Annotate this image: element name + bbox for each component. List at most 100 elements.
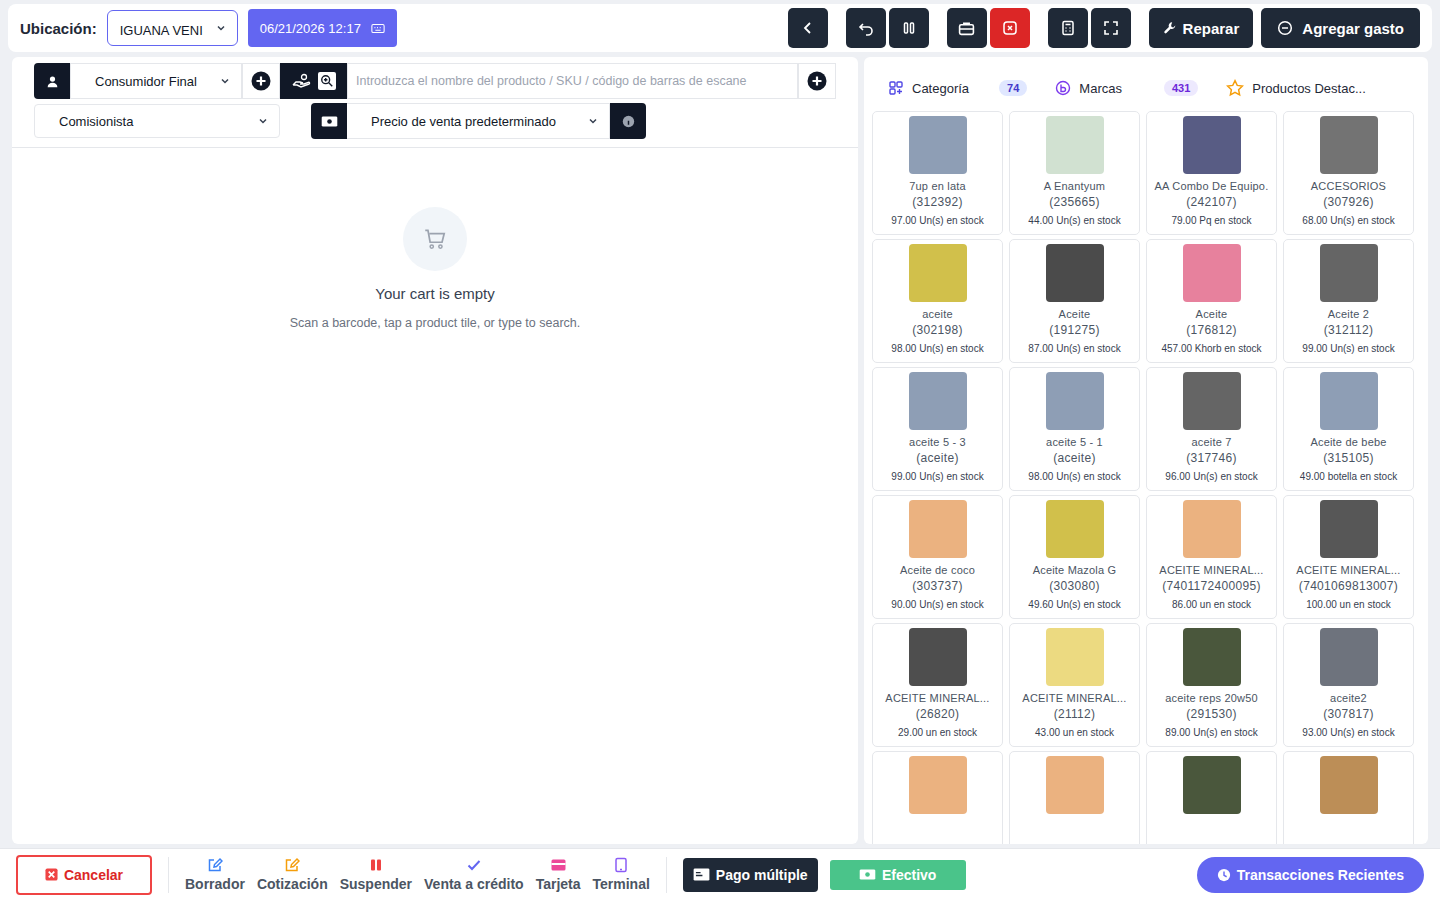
product-stock: 87.00 Un(s) en stock xyxy=(1028,343,1120,354)
product-card[interactable] xyxy=(1146,751,1277,844)
footer-action[interactable]: Suspender xyxy=(340,857,412,892)
product-card[interactable]: aceite 7(317746)96.00 Un(s) en stock xyxy=(1146,367,1277,491)
product-panel: Categoría74 Marcas431 Productos Destac... 7… xyxy=(864,57,1428,844)
zoom-icon xyxy=(318,72,336,90)
keyboard-icon xyxy=(371,23,385,34)
pause-button[interactable] xyxy=(889,8,929,48)
product-card[interactable]: AA Combo De Equipo.(242107)79.00 Pq en s… xyxy=(1146,111,1277,235)
product-card[interactable]: aceite(302198)98.00 Un(s) en stock xyxy=(872,239,1003,363)
product-card[interactable]: A Enantyum(235665)44.00 Un(s) en stock xyxy=(1009,111,1140,235)
product-card[interactable]: aceite reps 20w50(291530)89.00 Un(s) en … xyxy=(1146,623,1277,747)
chevron-down-icon xyxy=(257,115,269,127)
undo-button[interactable] xyxy=(846,8,886,48)
product-code: (307926) xyxy=(1323,195,1373,209)
product-card[interactable]: Aceite 2(312112)99.00 Un(s) en stock xyxy=(1283,239,1414,363)
product-stock: 457.00 Khorb en stock xyxy=(1161,343,1261,354)
product-image xyxy=(909,500,967,558)
pos-screen: Ubicación:IGUANA VENI06/21/2026 12:17Rep… xyxy=(0,0,1440,900)
action-bar: Cancelar Borrador Cotización Suspender Venta… xyxy=(0,848,1440,900)
customer-select[interactable]: Consumidor Final xyxy=(70,63,242,99)
product-code: (303737) xyxy=(912,579,962,593)
hand-money-icon xyxy=(292,73,312,89)
cancel-button[interactable]: Cancelar xyxy=(16,855,152,895)
product-card[interactable]: aceite2(307817)93.00 Un(s) en stock xyxy=(1283,623,1414,747)
product-stock: 99.00 Un(s) en stock xyxy=(1302,343,1394,354)
product-card[interactable]: ACEITE MINERAL...(7401069813007)100.00 u… xyxy=(1283,495,1414,619)
datetime-button[interactable]: 06/21/2026 12:17 xyxy=(248,9,397,47)
chevron-down-icon xyxy=(219,75,231,87)
multi-pay-button[interactable]: Pago múltiple xyxy=(683,858,818,892)
product-card[interactable]: ACCESORIOS(307926)68.00 Un(s) en stock xyxy=(1283,111,1414,235)
product-card[interactable]: Aceite(191275)87.00 Un(s) en stock xyxy=(1009,239,1140,363)
product-tab[interactable]: Marcas431 xyxy=(1055,80,1198,96)
product-name: Aceite de bebe xyxy=(1310,436,1386,448)
product-card[interactable]: aceite 5 - 3(aceite)99.00 Un(s) en stock xyxy=(872,367,1003,491)
recent-transactions-button[interactable]: Transacciones Recientes xyxy=(1197,857,1424,893)
price-info-button[interactable] xyxy=(610,103,646,139)
product-name: ACEITE MINERAL... xyxy=(1022,692,1126,704)
cart-icon-circle xyxy=(403,207,467,271)
product-card[interactable]: 7up en lata(312392)97.00 Un(s) en stock xyxy=(872,111,1003,235)
calculator-button[interactable] xyxy=(1048,8,1088,48)
money-icon xyxy=(693,868,710,881)
add-customer-button[interactable] xyxy=(242,63,280,99)
product-card[interactable]: ACEITE MINERAL...(21112)43.00 un en stoc… xyxy=(1009,623,1140,747)
product-card[interactable]: aceite 5 - 1(aceite)98.00 Un(s) en stock xyxy=(1009,367,1140,491)
product-name: ACCESORIOS xyxy=(1311,180,1386,192)
product-image xyxy=(1046,116,1104,174)
product-name: aceite reps 20w50 xyxy=(1165,692,1258,704)
close-register-button[interactable] xyxy=(990,8,1030,48)
back-button[interactable] xyxy=(788,8,828,48)
quote-edit-icon xyxy=(284,857,300,873)
product-code: (312392) xyxy=(912,195,962,209)
product-name: aceite2 xyxy=(1330,692,1367,704)
product-card[interactable]: Aceite(176812)457.00 Khorb en stock xyxy=(1146,239,1277,363)
footer-action[interactable]: Borrador xyxy=(185,857,245,892)
footer-action[interactable]: Venta a crédito xyxy=(424,857,524,892)
footer-action[interactable]: Tarjeta xyxy=(536,857,581,892)
repair-button[interactable]: Reparar xyxy=(1149,8,1254,48)
product-code: (7401069813007) xyxy=(1299,579,1398,593)
product-tab[interactable]: Productos Destac... xyxy=(1226,79,1365,97)
product-image xyxy=(1046,756,1104,814)
empty-cart-hint: Scan a barcode, tap a product tile, or t… xyxy=(290,316,580,330)
product-stock: 90.00 Un(s) en stock xyxy=(891,599,983,610)
product-card[interactable]: Aceite de bebe(315105)49.00 botella en s… xyxy=(1283,367,1414,491)
product-card[interactable]: Aceite de coco(303737)90.00 Un(s) en sto… xyxy=(872,495,1003,619)
product-image xyxy=(1320,372,1378,430)
product-card[interactable] xyxy=(1283,751,1414,844)
chevron-down-icon xyxy=(587,115,599,127)
product-stock: 43.00 un en stock xyxy=(1035,727,1114,738)
close-square-icon xyxy=(1002,20,1018,36)
product-card[interactable] xyxy=(1009,751,1140,844)
add-product-button[interactable] xyxy=(798,63,836,99)
price-group-select[interactable]: Precio de venta predeterminado xyxy=(347,103,610,139)
footer-action[interactable]: Terminal xyxy=(593,857,650,892)
location-select[interactable]: IGUANA VENI xyxy=(107,10,238,46)
plus-circle-icon xyxy=(807,71,827,91)
product-search-input[interactable] xyxy=(347,63,798,99)
add-expense-button[interactable]: Agregar gasto xyxy=(1261,8,1420,48)
product-tab[interactable]: Categoría74 xyxy=(888,80,1027,96)
register-button[interactable] xyxy=(947,8,987,48)
commission-select[interactable]: Comisionista xyxy=(34,104,280,138)
fullscreen-button[interactable] xyxy=(1091,8,1131,48)
product-image xyxy=(1183,372,1241,430)
chevron-down-icon xyxy=(215,22,227,34)
product-name: Aceite 2 xyxy=(1328,308,1369,320)
product-card[interactable]: Aceite Mazola G(303080)49.60 Un(s) en st… xyxy=(1009,495,1140,619)
product-card[interactable]: ACEITE MINERAL...(26820)29.00 un en stoc… xyxy=(872,623,1003,747)
cart-panel: Consumidor Final Comisionista Precio de ve… xyxy=(12,57,858,844)
plus-circle-icon xyxy=(251,71,271,91)
product-stock: 86.00 un en stock xyxy=(1172,599,1251,610)
tab-count-badge: 74 xyxy=(999,80,1027,96)
product-card[interactable] xyxy=(872,751,1003,844)
product-image xyxy=(1183,116,1241,174)
product-image xyxy=(909,244,967,302)
footer-action[interactable]: Cotización xyxy=(257,857,328,892)
cash-button[interactable]: Efectivo xyxy=(830,860,966,890)
search-tools[interactable] xyxy=(280,63,347,99)
product-card[interactable]: ACEITE MINERAL...(7401172400095)86.00 un… xyxy=(1146,495,1277,619)
product-stock: 98.00 Un(s) en stock xyxy=(891,343,983,354)
product-name: 7up en lata xyxy=(909,180,966,192)
